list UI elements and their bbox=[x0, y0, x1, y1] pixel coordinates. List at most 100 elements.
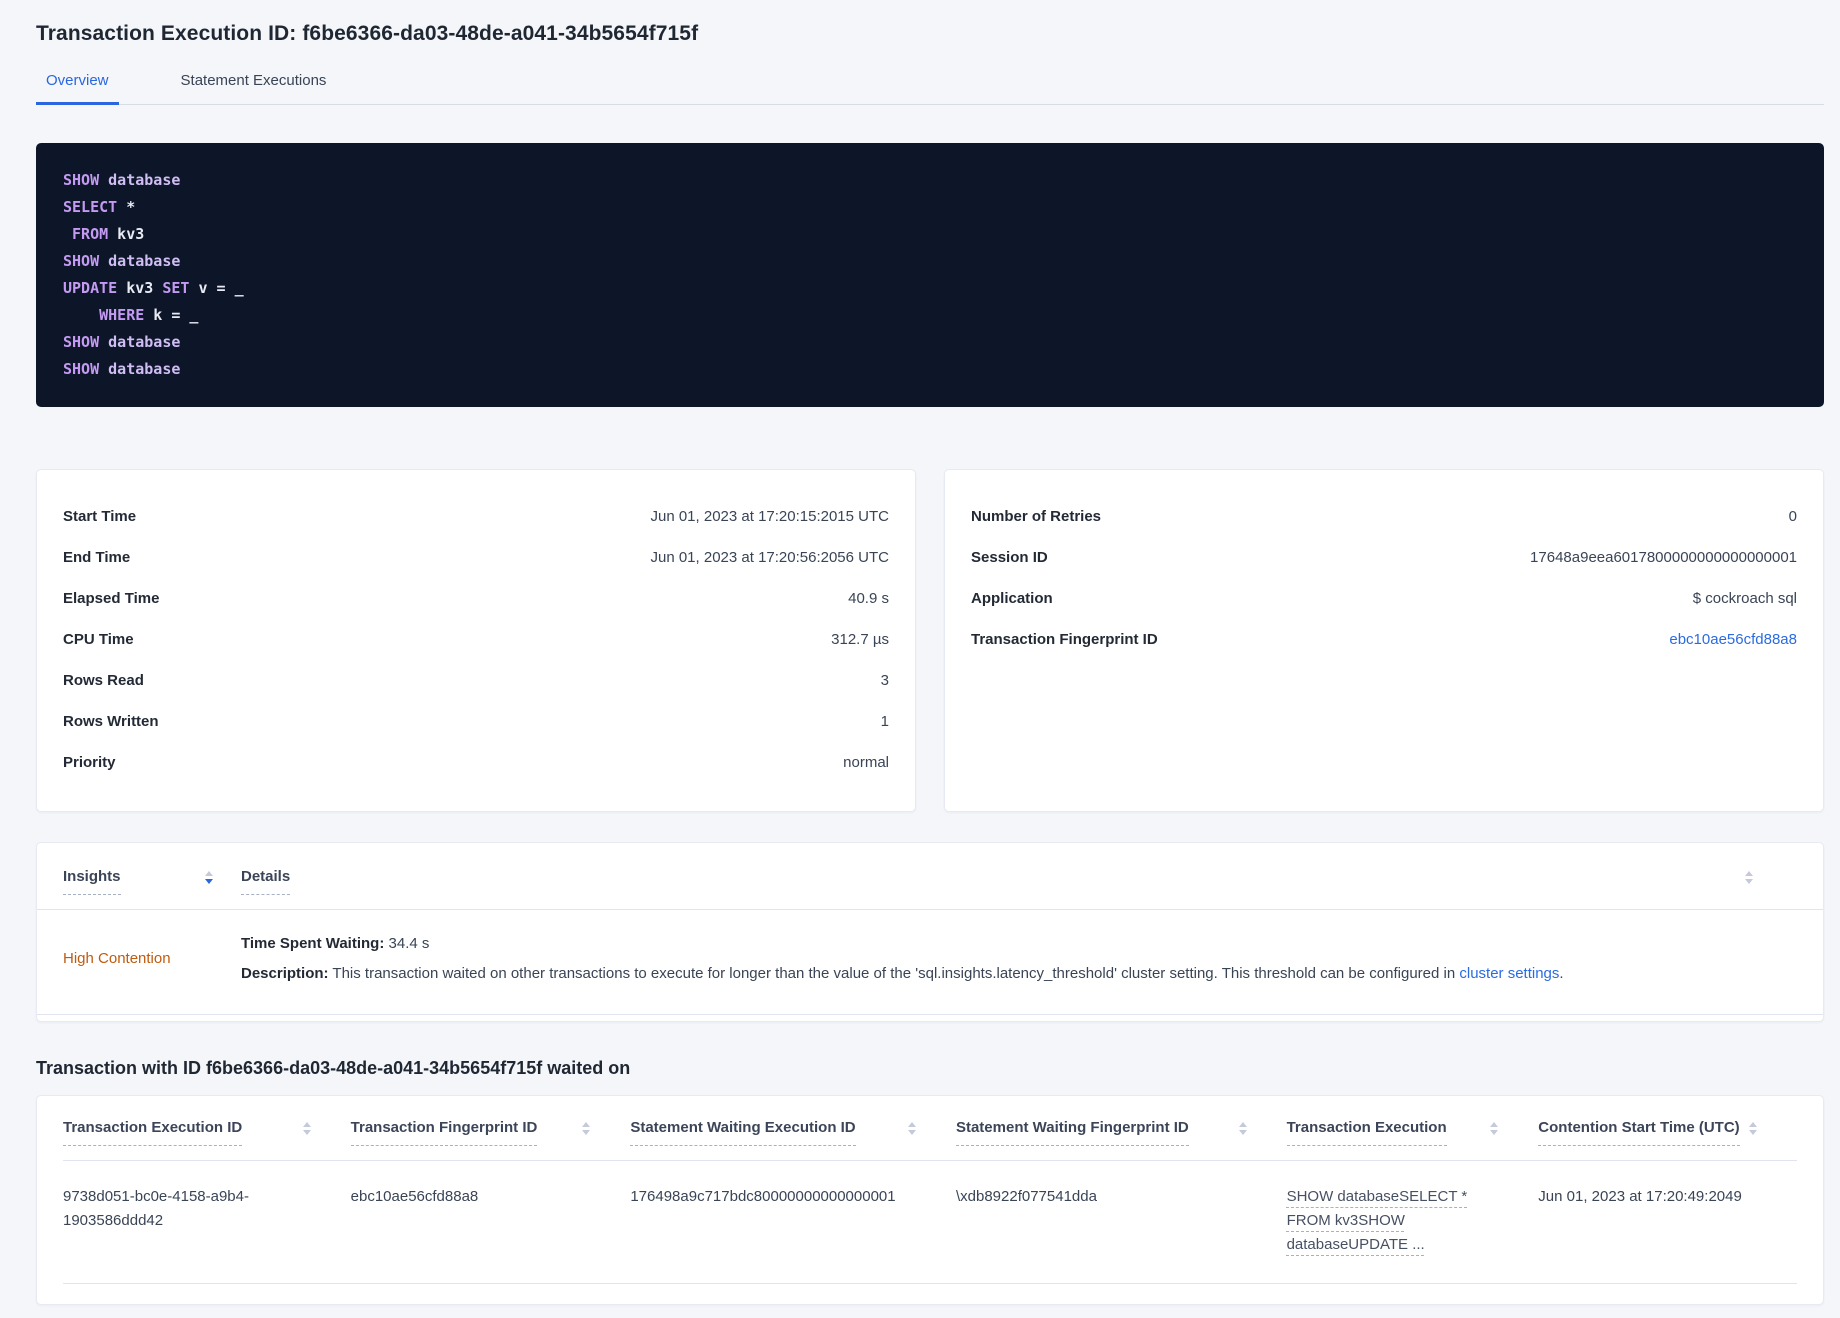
description-label: Description: bbox=[241, 965, 329, 982]
cell-statement-waiting-execution-id: 176498a9c717bdc80000000000000001 bbox=[630, 1188, 896, 1205]
column-label: Transaction Execution ID bbox=[63, 1118, 243, 1146]
detail-row-priority: Priority normal bbox=[63, 742, 889, 783]
row-label: End Time bbox=[63, 549, 131, 566]
row-value: Jun 01, 2023 at 17:20:56:2056 UTC bbox=[650, 549, 889, 566]
sql-keyword: FROM bbox=[63, 225, 109, 243]
column-header-transaction-execution-id[interactable]: Transaction Execution ID bbox=[63, 1118, 351, 1160]
sql-line: SHOW database bbox=[63, 329, 1797, 356]
column-header-details[interactable]: Details bbox=[241, 867, 291, 895]
sql-text: v = _ bbox=[189, 279, 244, 297]
tab-overview[interactable]: Overview bbox=[36, 72, 119, 105]
row-value: 3 bbox=[880, 672, 889, 689]
waiting-label: Time Spent Waiting: bbox=[241, 935, 385, 952]
cell-statement-waiting-fingerprint-id: \xdb8922f077541dda bbox=[955, 1188, 1097, 1205]
sql-keyword: SET bbox=[162, 279, 190, 297]
column-header-transaction-execution[interactable]: Transaction Execution bbox=[1286, 1118, 1539, 1160]
cell-contention-start-time: Jun 01, 2023 at 17:20:49:2049 bbox=[1538, 1188, 1742, 1205]
row-value: Jun 01, 2023 at 17:20:15:2015 UTC bbox=[650, 508, 889, 525]
time-spent-waiting-line: Time Spent Waiting: 34.4 s bbox=[241, 932, 1564, 956]
row-value: 1 bbox=[880, 713, 889, 730]
insights-table-header: Insights Details bbox=[37, 843, 1823, 909]
column-label: Details bbox=[241, 867, 291, 895]
row-label: Number of Retries bbox=[971, 508, 1102, 525]
sql-line: SHOW database bbox=[63, 248, 1797, 275]
meta-row-retries: Number of Retries 0 bbox=[971, 496, 1797, 537]
detail-row-end-time: End Time Jun 01, 2023 at 17:20:56:2056 U… bbox=[63, 537, 889, 578]
sort-arrows-icon bbox=[1490, 1122, 1499, 1135]
row-label: Elapsed Time bbox=[63, 590, 160, 607]
column-header-statement-waiting-fingerprint-id[interactable]: Statement Waiting Fingerprint ID bbox=[955, 1118, 1287, 1160]
sql-line: SHOW database bbox=[63, 167, 1797, 194]
detail-row-rows-read: Rows Read 3 bbox=[63, 660, 889, 701]
cell-transaction-fingerprint-id: ebc10ae56cfd88a8 bbox=[350, 1188, 479, 1205]
sort-arrows-icon bbox=[907, 1122, 916, 1135]
page-title: Transaction Execution ID: f6be6366-da03-… bbox=[36, 22, 699, 45]
sort-arrows-icon bbox=[1238, 1122, 1247, 1135]
sort-arrows-icon bbox=[205, 871, 213, 884]
execution-details-card: Start Time Jun 01, 2023 at 17:20:15:2015… bbox=[36, 469, 916, 812]
meta-row-transaction-fingerprint-id: Transaction Fingerprint ID ebc10ae56cfd8… bbox=[971, 619, 1797, 660]
detail-row-rows-written: Rows Written 1 bbox=[63, 701, 889, 742]
sql-text: kv3 bbox=[117, 279, 163, 297]
meta-row-session-id: Session ID 17648a9eea6017800000000000000… bbox=[971, 537, 1797, 578]
column-label: Insights bbox=[63, 867, 121, 895]
waited-on-table: Transaction Execution ID Transaction Fin… bbox=[36, 1095, 1824, 1305]
tab-statement-executions[interactable]: Statement Executions bbox=[171, 72, 337, 105]
sql-text: * bbox=[117, 198, 136, 216]
table-row: 9738d051-bc0e-4158-a9b4-1903586ddd42 ebc… bbox=[63, 1161, 1797, 1284]
column-header-transaction-fingerprint-id[interactable]: Transaction Fingerprint ID bbox=[350, 1118, 631, 1160]
detail-row-cpu-time: CPU Time 312.7 µs bbox=[63, 619, 889, 660]
sql-line: WHERE k = _ bbox=[63, 302, 1797, 329]
column-header-insights[interactable]: Insights bbox=[63, 867, 213, 895]
sql-line: UPDATE kv3 SET v = _ bbox=[63, 275, 1797, 302]
execution-meta-card: Number of Retries 0 Session ID 17648a9ee… bbox=[944, 469, 1824, 812]
row-label: Rows Read bbox=[63, 672, 144, 689]
insight-row: High Contention Time Spent Waiting: 34.4… bbox=[37, 910, 1823, 1014]
description-text: This transaction waited on other transac… bbox=[328, 965, 1460, 982]
transaction-execution-link[interactable]: SHOW databaseSELECT * FROM kv3SHOW datab… bbox=[1287, 1185, 1479, 1257]
transaction-fingerprint-link[interactable]: ebc10ae56cfd88a8 bbox=[1669, 629, 1797, 650]
sql-identifier: database bbox=[99, 171, 181, 189]
sql-line: SELECT * bbox=[63, 194, 1797, 221]
row-label: Application bbox=[971, 590, 1053, 607]
column-label: Transaction Execution bbox=[1286, 1118, 1447, 1146]
waited-on-table-header: Transaction Execution ID Transaction Fin… bbox=[63, 1096, 1797, 1161]
row-label: Start Time bbox=[63, 508, 137, 525]
sort-arrows-icon bbox=[582, 1122, 591, 1135]
description-line: Description: This transaction waited on … bbox=[241, 962, 1564, 986]
sort-arrows-icon bbox=[1748, 1122, 1757, 1135]
sql-line: SHOW database bbox=[63, 356, 1797, 383]
detail-row-elapsed-time: Elapsed Time 40.9 s bbox=[63, 578, 889, 619]
detail-row-start-time: Start Time Jun 01, 2023 at 17:20:15:2015… bbox=[63, 496, 889, 537]
insights-table: Insights Details High Contention Time Sp… bbox=[36, 842, 1824, 1022]
meta-row-application: Application $ cockroach sql bbox=[971, 578, 1797, 619]
column-header-statement-waiting-execution-id[interactable]: Statement Waiting Execution ID bbox=[630, 1118, 956, 1160]
row-label: Transaction Fingerprint ID bbox=[971, 631, 1158, 648]
row-value: $ cockroach sql bbox=[1692, 590, 1797, 607]
insight-details: Time Spent Waiting: 34.4 s Description: … bbox=[241, 932, 1564, 986]
cell-transaction-execution-id: 9738d051-bc0e-4158-a9b4-1903586ddd42 bbox=[63, 1188, 249, 1229]
insight-type-badge: High Contention bbox=[63, 950, 171, 967]
column-header-contention-start-time[interactable]: Contention Start Time (UTC) bbox=[1538, 1118, 1797, 1160]
cell-transaction-execution: SHOW databaseSELECT * FROM kv3SHOW datab… bbox=[1287, 1161, 1539, 1283]
sql-keyword: WHERE bbox=[63, 306, 145, 324]
sort-arrows-icon[interactable] bbox=[1745, 871, 1753, 884]
row-value: 40.9 s bbox=[848, 590, 889, 607]
sql-keyword: SHOW bbox=[63, 252, 100, 270]
waited-on-heading: Transaction with ID f6be6366-da03-48de-a… bbox=[36, 1058, 631, 1078]
row-label: Session ID bbox=[971, 549, 1048, 566]
row-value: 0 bbox=[1788, 508, 1797, 525]
sql-keyword: SHOW bbox=[63, 360, 100, 378]
sql-identifier: database bbox=[99, 360, 181, 378]
sql-line: FROM kv3 bbox=[63, 221, 1797, 248]
row-value: 312.7 µs bbox=[831, 631, 889, 648]
row-value: 17648a9eea6017800000000000000001 bbox=[1530, 549, 1797, 566]
sql-text: k = _ bbox=[144, 306, 199, 324]
column-label: Transaction Fingerprint ID bbox=[350, 1118, 538, 1146]
sort-arrows-icon bbox=[302, 1122, 311, 1135]
sql-identifier: database bbox=[99, 333, 181, 351]
summary-cards: Start Time Jun 01, 2023 at 17:20:15:2015… bbox=[36, 469, 1824, 812]
column-label: Contention Start Time (UTC) bbox=[1538, 1118, 1740, 1146]
cluster-settings-link[interactable]: cluster settings bbox=[1459, 965, 1559, 982]
row-label: Rows Written bbox=[63, 713, 159, 730]
